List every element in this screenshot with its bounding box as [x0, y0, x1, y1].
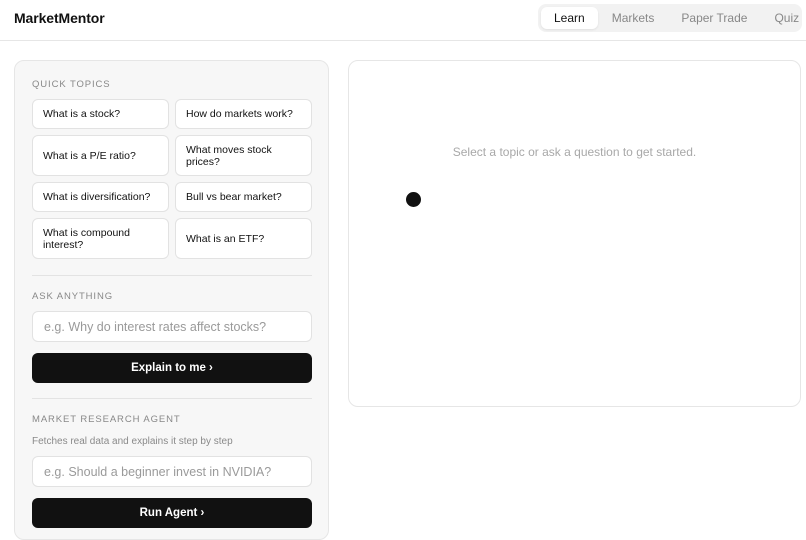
agent-query-input[interactable]	[32, 456, 312, 487]
empty-state-message: Select a topic or ask a question to get …	[452, 145, 697, 159]
tab-paper-trade[interactable]: Paper Trade	[667, 7, 761, 29]
tab-learn[interactable]: Learn	[541, 7, 598, 29]
topic-chip-stock[interactable]: What is a stock?	[32, 99, 169, 129]
topic-chip-stock-prices[interactable]: What moves stock prices?	[175, 135, 312, 176]
topic-chip-diversification[interactable]: What is diversification?	[32, 182, 169, 212]
topic-chip-pe-ratio[interactable]: What is a P/E ratio?	[32, 135, 169, 176]
explain-button[interactable]: Explain to me ›	[32, 353, 312, 383]
topic-chip-bull-bear[interactable]: Bull vs bear market?	[175, 182, 312, 212]
ask-anything-heading: ASK ANYTHING	[32, 291, 114, 302]
topic-chip-etf[interactable]: What is an ETF?	[175, 218, 312, 259]
research-agent-description: Fetches real data and explains it step b…	[32, 436, 233, 447]
topic-chip-compound-interest[interactable]: What is compound interest?	[32, 218, 169, 259]
learn-sidebar: QUICK TOPICS What is a stock? How do mar…	[14, 60, 329, 540]
quick-topics-heading: QUICK TOPICS	[32, 79, 111, 90]
research-agent-heading: MARKET RESEARCH AGENT	[32, 414, 181, 425]
section-divider	[32, 275, 312, 276]
ask-question-input[interactable]	[32, 311, 312, 342]
tab-markets[interactable]: Markets	[598, 7, 668, 29]
section-divider	[32, 398, 312, 399]
run-agent-button[interactable]: Run Agent ›	[32, 498, 312, 528]
brand-logo[interactable]: MarketMentor	[14, 10, 105, 26]
topic-chip-markets[interactable]: How do markets work?	[175, 99, 312, 129]
mouse-cursor-icon	[406, 192, 421, 207]
content-area: Select a topic or ask a question to get …	[348, 60, 801, 407]
main-nav: Learn Markets Paper Trade Quiz	[538, 4, 802, 32]
tab-quiz[interactable]: Quiz	[761, 7, 806, 29]
app-header: MarketMentor Learn Markets Paper Trade Q…	[0, 0, 806, 41]
